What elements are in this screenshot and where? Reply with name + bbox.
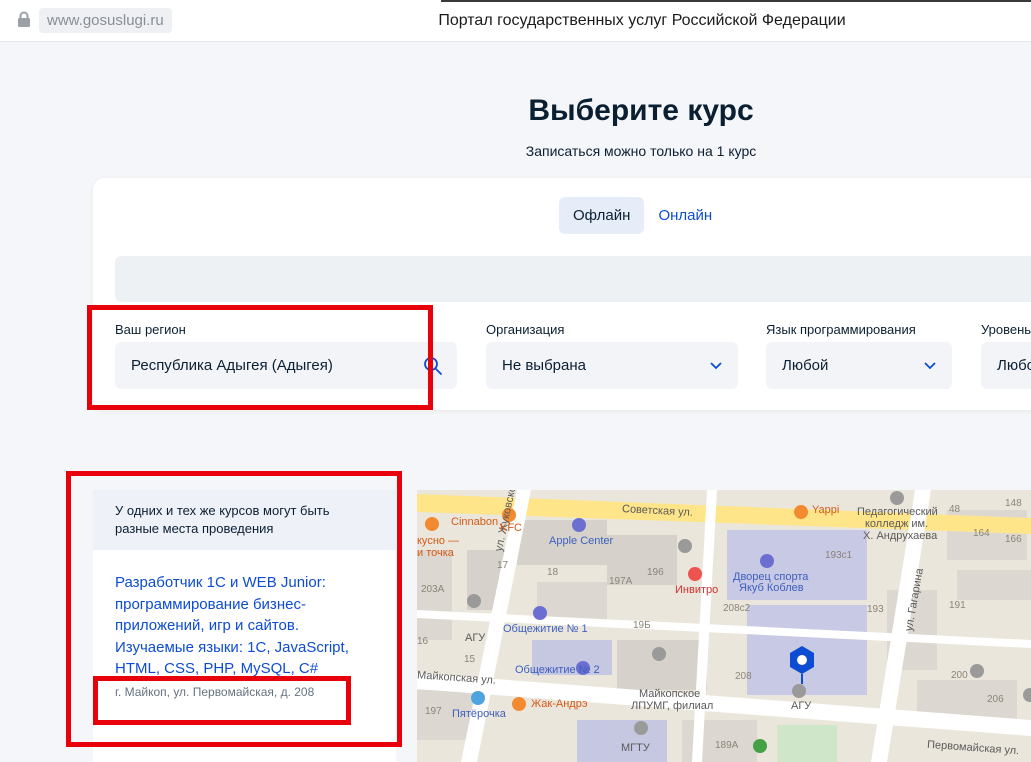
window-edge [441,0,1031,2]
place-label: колледж им. [865,518,929,530]
house-number: 208с2 [723,603,751,614]
place-label: Якуб Коблев [739,582,804,594]
page-title: Выберите курс [528,94,754,127]
tab-online[interactable]: Онлайн [644,197,726,234]
browser-page-title: Портал государственных услуг Российской … [438,12,846,29]
region-value: Республика Адыгея (Адыгея) [131,357,333,374]
filter-card: Офлайн Онлайн Ваш регион Республика Адыг… [93,178,1031,410]
search-icon[interactable] [423,356,443,376]
language-label: Язык программирования [766,322,916,337]
place-label: KFC [500,522,522,534]
browser-top-bar: www.gosuslugi.ru Портал государственных … [0,0,1031,42]
page-subtitle: Записаться можно только на 1 курс [525,143,757,159]
place-label: Yappi [812,504,840,516]
format-tabs: Офлайн Онлайн [559,197,726,234]
place-label: Педагогический [857,506,938,518]
course-address: г. Майкоп, ул. Первомайская, д. 208 [115,685,315,699]
house-number: 18 [547,567,559,578]
place-label: МГТУ [621,742,650,754]
house-number: 16 [417,636,429,647]
level-select[interactable]: Любо [981,342,1031,389]
chevron-down-icon [924,362,936,370]
house-number: 193с1 [825,550,853,561]
course-title-link[interactable]: Разработчик 1С и WEB Junior: программиро… [115,572,377,680]
place-label: Пятёрочка [452,708,506,720]
house-number: 208 [735,671,752,682]
language-select[interactable]: Любой [766,342,952,389]
search-bar-placeholder [115,256,1031,302]
chevron-down-icon [710,362,722,370]
region-search-input[interactable]: Республика Адыгея (Адыгея) [115,342,457,389]
house-number: 203А [421,584,445,595]
house-number: 206 [987,694,1004,705]
place-label: АГУ [465,632,486,644]
place-label: Майкопское [639,688,701,700]
house-number: 48 [949,504,961,515]
house-number: 197А [609,576,633,587]
place-label: кусно — [417,535,460,547]
place-label: ЛПУМГ, филиал [631,700,714,712]
house-number: 193 [867,604,884,615]
level-label: Уровень [981,322,1031,337]
region-label: Ваш регион [115,322,186,337]
place-label: Общежитие № 1 [503,623,588,635]
venue-notice: У одних и тех же курсов могут быть разны… [93,490,396,550]
house-number: 17 [497,560,509,571]
organization-value: Не выбрана [502,357,586,374]
place-label: АГУ [791,700,812,712]
house-number: 19Б [633,620,651,631]
house-number: 196 [647,567,664,578]
house-number: 166 [1005,534,1022,545]
course-list-panel: У одних и тех же курсов могут быть разны… [93,490,396,762]
house-number: 197 [425,706,442,717]
house-number: 189А [715,740,739,751]
house-number: 200 [951,670,968,681]
place-label: Жак-Андрэ [531,698,588,710]
place-label: Cinnabon [451,516,499,528]
place-label: Apple Center [549,535,614,547]
map[interactable]: Советская ул. ул. Жуковского ул. Гагарин… [417,490,1031,762]
organization-label: Организация [486,322,565,337]
house-number: 191 [949,600,966,611]
place-label: Общежитие № 2 [515,664,600,676]
tab-offline[interactable]: Офлайн [559,197,645,234]
organization-select[interactable]: Не выбрана [486,342,738,389]
house-number: 164 [973,528,990,539]
house-number: 15 [464,654,476,665]
place-label: и точка [417,547,454,559]
house-number: 148 [1005,498,1022,509]
level-value: Любо [997,357,1031,374]
place-label: Х. Андрухаева [863,530,938,542]
language-value: Любой [782,357,829,374]
place-label: Инвитро [675,584,719,596]
